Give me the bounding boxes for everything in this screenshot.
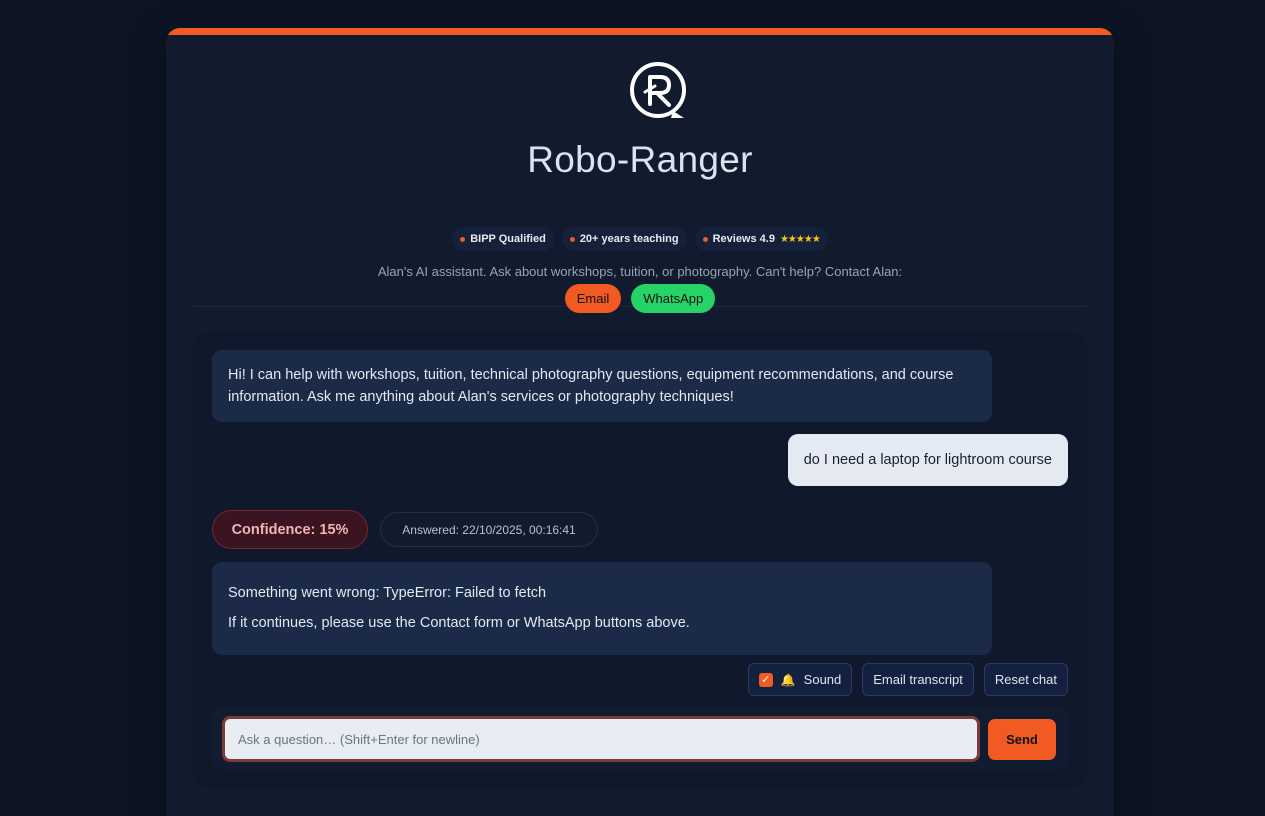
contact-buttons: Email WhatsApp — [186, 284, 1094, 313]
bullet-dot-icon — [460, 236, 466, 242]
accent-top-bar — [166, 28, 1114, 35]
error-hint-text: If it continues, please use the Contact … — [228, 615, 690, 631]
bullet-dot-icon — [569, 236, 575, 242]
chat-widget-card: Robo-Ranger BIPP Qualified 20+ years tea… — [166, 28, 1114, 816]
user-message: do I need a laptop for lightroom course — [787, 434, 1068, 486]
email-transcript-button[interactable]: Email transcript — [862, 663, 974, 696]
sound-toggle[interactable]: ✓ 🔔 Sound — [747, 663, 853, 696]
error-text: Something went wrong: TypeError: Failed … — [228, 585, 547, 601]
bell-icon: 🔔 — [780, 672, 796, 687]
assistant-description: Alan's AI assistant. Ask about workshops… — [377, 264, 903, 279]
confidence-badge: Confidence: 15% — [212, 510, 368, 549]
header: Robo-Ranger BIPP Qualified 20+ years tea… — [186, 35, 1094, 313]
bullet-dot-icon — [702, 236, 708, 242]
chat-controls: ✓ 🔔 Sound Email transcript Reset chat — [747, 663, 1068, 696]
badge-label: 20+ years teaching — [579, 233, 679, 245]
whatsapp-contact-button[interactable]: WhatsApp — [631, 284, 716, 313]
badge-label: Reviews 4.9 — [712, 233, 775, 245]
badge-experience: 20+ years teaching — [561, 227, 687, 251]
sound-label: Sound — [803, 672, 842, 687]
bot-greeting-message: Hi! I can help with workshops, tuition, … — [212, 350, 992, 422]
page-title: Robo-Ranger — [527, 139, 753, 180]
message-composer: Send — [212, 706, 1068, 770]
star-rating-icon: ★★★★★ — [779, 233, 821, 245]
robo-ranger-logo-icon — [629, 61, 689, 123]
answered-timestamp: Answered: 22/10/2025, 00:16:41 — [380, 512, 598, 547]
chat-panel: Hi! I can help with workshops, tuition, … — [194, 332, 1086, 788]
badge-label: BIPP Qualified — [470, 233, 546, 245]
reset-chat-button[interactable]: Reset chat — [983, 663, 1068, 696]
badge-row: BIPP Qualified 20+ years teaching Review… — [186, 227, 1094, 251]
email-contact-button[interactable]: Email — [564, 284, 622, 313]
bot-error-message: Something went wrong: TypeError: Failed … — [212, 562, 992, 655]
question-input[interactable] — [222, 716, 980, 762]
badge-bipp: BIPP Qualified — [452, 227, 554, 251]
badge-reviews: Reviews 4.9 ★★★★★ — [694, 227, 828, 251]
sound-checkbox[interactable]: ✓ — [758, 672, 773, 687]
send-button[interactable]: Send — [988, 719, 1056, 760]
